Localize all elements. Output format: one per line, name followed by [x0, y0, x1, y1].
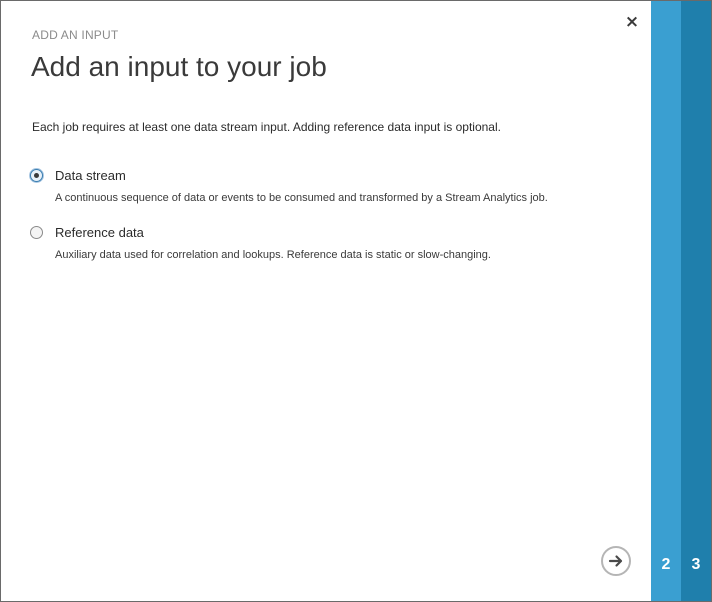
add-input-dialog: × ADD AN INPUT Add an input to your job … — [0, 0, 712, 602]
reference-data-label: Reference data — [55, 225, 144, 240]
arrow-right-icon — [608, 555, 623, 567]
dialog-eyebrow: ADD AN INPUT — [32, 28, 119, 42]
reference-data-description: Auxiliary data used for correlation and … — [55, 249, 491, 261]
page-title: Add an input to your job — [31, 51, 327, 82]
dialog-content: × ADD AN INPUT Add an input to your job … — [1, 1, 651, 601]
reference-data-radio[interactable] — [30, 226, 43, 239]
wizard-step-3[interactable]: 3 — [681, 1, 711, 601]
wizard-step-2-number: 2 — [661, 556, 671, 573]
data-stream-description: A continuous sequence of data or events … — [55, 192, 548, 204]
wizard-step-3-number: 3 — [691, 556, 701, 573]
data-stream-label: Data stream — [55, 168, 126, 183]
dialog-description: Each job requires at least one data stre… — [32, 120, 501, 134]
data-stream-radio[interactable] — [30, 169, 43, 182]
close-icon[interactable]: × — [623, 13, 641, 31]
next-button[interactable] — [601, 546, 631, 576]
wizard-step-2[interactable]: 2 — [651, 1, 681, 601]
